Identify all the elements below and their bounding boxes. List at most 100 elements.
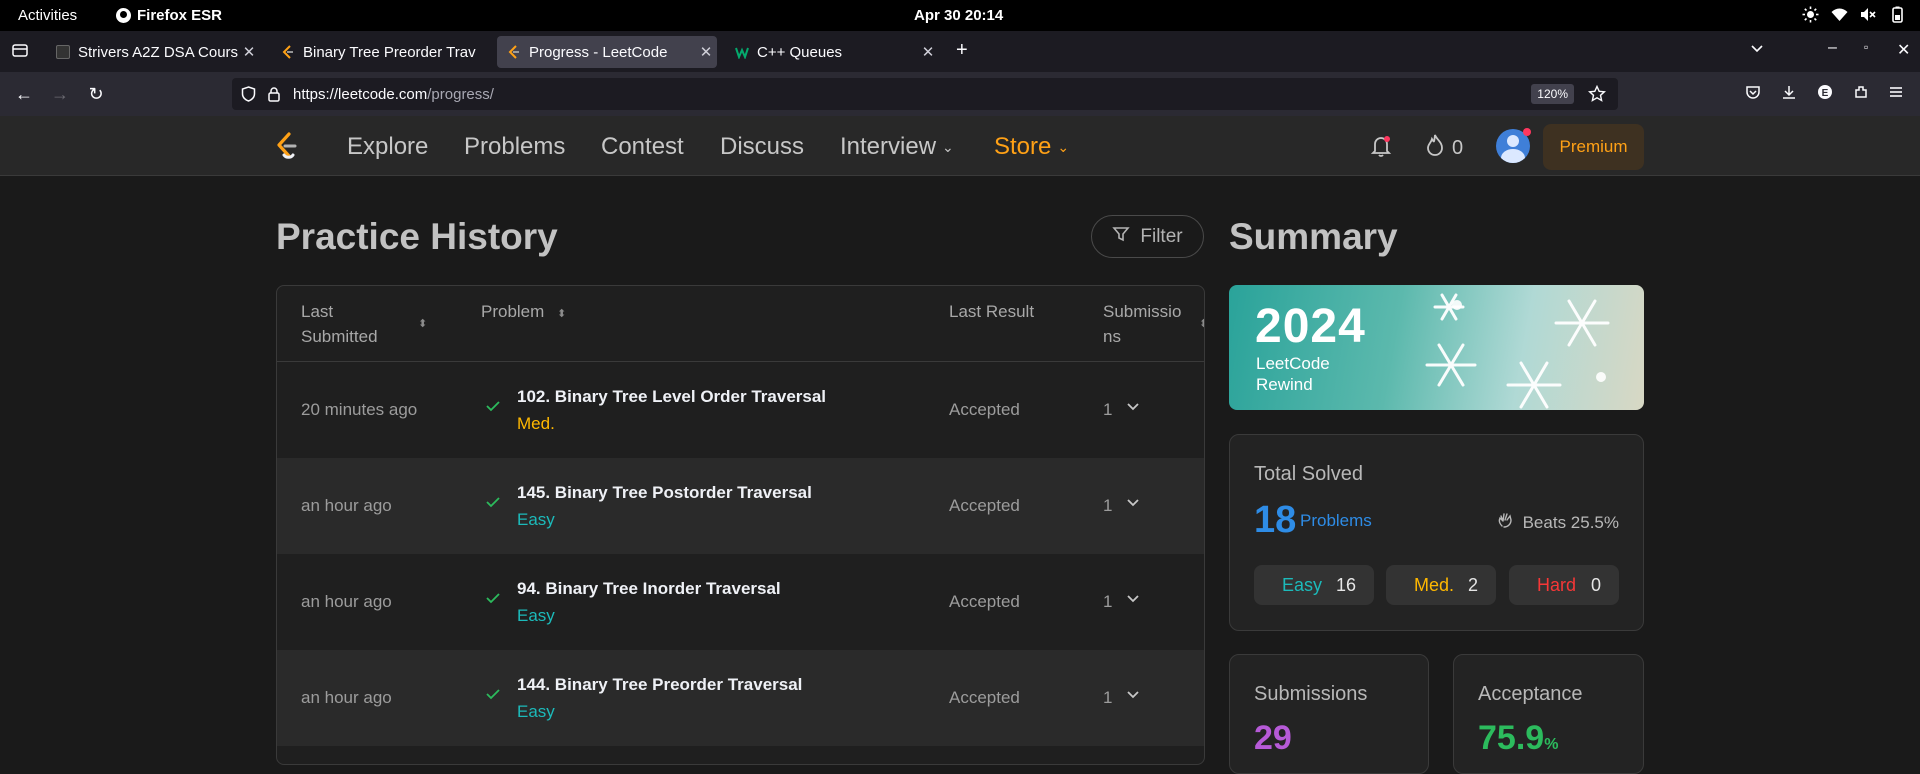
sort-icon[interactable]: ⬍: [1199, 312, 1204, 337]
account-icon[interactable]: E: [1813, 82, 1837, 106]
practice-history-table: Last Submitted ⬍ Problem ⬍ Last Result S…: [276, 285, 1205, 765]
check-icon: [485, 590, 501, 606]
maximize-icon[interactable]: ▫: [1864, 40, 1868, 54]
close-window-icon[interactable]: ✕: [1897, 40, 1910, 60]
zoom-indicator[interactable]: 120%: [1531, 84, 1574, 104]
easy-pill[interactable]: Easy 16: [1254, 565, 1374, 605]
header-problem-label: Problem: [481, 302, 545, 321]
nav-problems[interactable]: Problems: [464, 133, 565, 161]
total-solved-count: 18: [1254, 499, 1297, 541]
beats-indicator: Beats 25.5%: [1497, 511, 1619, 534]
row-problem-title[interactable]: 102. Binary Tree Level Order Traversal: [517, 387, 826, 407]
w3schools-favicon-icon: [735, 45, 749, 60]
nav-interview[interactable]: Interview ⌄: [840, 133, 954, 161]
nav-explore[interactable]: Explore: [347, 133, 428, 161]
total-solved-card: Total Solved 18 Problems Beats 25.5% Eas…: [1229, 434, 1644, 631]
total-solved-unit: Problems: [1300, 511, 1372, 530]
nav-store[interactable]: Store ⌄: [994, 133, 1069, 161]
chevron-down-icon[interactable]: [1126, 496, 1140, 510]
rewind-line-1: LeetCode: [1256, 354, 1330, 373]
row-submissions: 1: [1103, 496, 1113, 515]
downloads-icon[interactable]: [1777, 82, 1801, 106]
filter-label: Filter: [1140, 225, 1183, 247]
chevron-down-icon[interactable]: [1126, 688, 1140, 702]
activities-button[interactable]: Activities: [18, 7, 77, 24]
tab-progress-leetcode[interactable]: Progress - LeetCode ✕: [497, 36, 717, 68]
wifi-icon: [1831, 6, 1848, 23]
url-text[interactable]: https://leetcode.com/progress/: [293, 86, 494, 103]
pocket-icon[interactable]: [1741, 82, 1765, 106]
hard-pill[interactable]: Hard 0: [1509, 565, 1619, 605]
header-last-submitted[interactable]: Last Submitted: [301, 299, 378, 349]
streak-counter[interactable]: 0: [1426, 134, 1463, 162]
svg-text:E: E: [1822, 88, 1829, 99]
rewind-subtitle: LeetCode Rewind: [1256, 353, 1330, 395]
check-icon: [485, 686, 501, 702]
leetcode-favicon-icon: [507, 45, 521, 59]
row-submissions: 1: [1103, 592, 1113, 611]
sort-icon[interactable]: ⬍: [557, 308, 566, 320]
tab-binary-tree-preorder[interactable]: Binary Tree Preorder Trav: [271, 36, 489, 68]
leetcode-navbar: Explore Problems Contest Discuss Intervi…: [0, 116, 1920, 176]
row-submissions: 1: [1103, 400, 1113, 419]
tab-cpp-queues[interactable]: C++ Queues ✕: [725, 36, 939, 68]
leetcode-logo-icon[interactable]: [274, 131, 300, 161]
wave-hand-icon: [1497, 511, 1515, 534]
table-row[interactable]: an hour ago 145. Binary Tree Postorder T…: [277, 458, 1204, 554]
filter-button[interactable]: Filter: [1091, 215, 1204, 258]
forward-icon[interactable]: →: [48, 82, 72, 106]
sort-icon[interactable]: ⬍: [418, 312, 427, 337]
submissions-label: Submissions: [1254, 683, 1368, 705]
close-icon[interactable]: ✕: [917, 43, 939, 61]
close-icon[interactable]: ✕: [695, 43, 717, 61]
table-row[interactable]: an hour ago 94. Binary Tree Inorder Trav…: [277, 554, 1204, 650]
nav-discuss[interactable]: Discuss: [720, 133, 804, 161]
header-problem[interactable]: Problem ⬍: [481, 299, 566, 327]
url-bar[interactable]: https://leetcode.com/progress/ 120%: [232, 78, 1618, 110]
header-submissions-line1: Submissio: [1103, 302, 1182, 321]
firefox-view-icon[interactable]: [12, 42, 28, 63]
row-result: Accepted: [949, 592, 1020, 611]
chevron-down-icon[interactable]: [1126, 592, 1140, 606]
row-problem-title[interactable]: 144. Binary Tree Preorder Traversal: [517, 675, 802, 695]
new-tab-icon[interactable]: +: [956, 39, 968, 62]
app-menu[interactable]: Firefox ESR: [116, 7, 222, 24]
shield-icon[interactable]: [241, 86, 256, 107]
nav-bar: ← → ↻ https://leetcode.com/progress/ 120…: [0, 72, 1920, 116]
flame-icon: [1426, 134, 1444, 162]
clock[interactable]: Apr 30 20:14: [914, 7, 1003, 24]
system-tray[interactable]: [1802, 6, 1906, 23]
lock-icon[interactable]: [267, 86, 281, 107]
extensions-icon[interactable]: [1849, 82, 1873, 106]
chevron-down-icon[interactable]: [1126, 400, 1140, 414]
tab-strivers[interactable]: Strivers A2Z DSA Course/ ✕: [46, 36, 260, 68]
row-time: an hour ago: [301, 496, 392, 515]
row-result: Accepted: [949, 496, 1020, 515]
rewind-year: 2024: [1255, 300, 1366, 353]
minimize-icon[interactable]: –: [1828, 39, 1837, 57]
easy-label: Easy: [1282, 574, 1323, 595]
leetcode-favicon-icon: [281, 45, 295, 59]
header-submissions[interactable]: Submissio ns: [1103, 299, 1181, 349]
nav-contest[interactable]: Contest: [601, 133, 684, 161]
premium-button[interactable]: Premium: [1543, 124, 1644, 170]
row-time: an hour ago: [301, 688, 392, 707]
back-icon[interactable]: ←: [12, 82, 36, 106]
row-problem-title[interactable]: 145. Binary Tree Postorder Traversal: [517, 483, 812, 503]
bookmark-star-icon[interactable]: [1587, 84, 1607, 108]
close-icon[interactable]: ✕: [238, 43, 260, 61]
nav-store-label: Store: [994, 133, 1052, 160]
rewind-banner[interactable]: 2024 LeetCode Rewind: [1229, 285, 1644, 410]
reload-icon[interactable]: ↻: [84, 82, 108, 106]
bell-icon[interactable]: [1370, 134, 1392, 158]
row-problem-title[interactable]: 94. Binary Tree Inorder Traversal: [517, 579, 781, 599]
firefox-icon: [116, 8, 131, 23]
table-row[interactable]: 20 minutes ago 102. Binary Tree Level Or…: [277, 362, 1204, 458]
volume-muted-icon: [1860, 6, 1877, 23]
filter-icon: [1112, 225, 1131, 249]
medium-pill[interactable]: Med. 2: [1386, 565, 1496, 605]
list-all-tabs-icon[interactable]: [1750, 42, 1764, 61]
table-row[interactable]: an hour ago 144. Binary Tree Preorder Tr…: [277, 650, 1204, 746]
header-last-submitted-line2: Submitted: [301, 327, 378, 346]
menu-icon[interactable]: [1884, 82, 1908, 106]
